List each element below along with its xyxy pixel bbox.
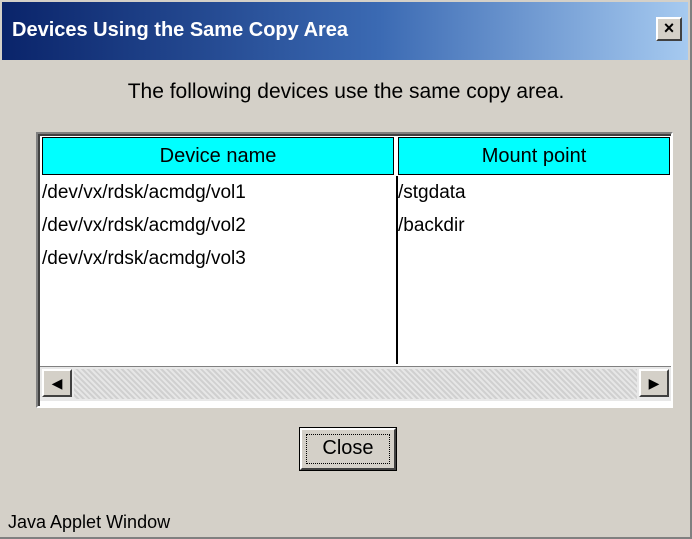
dialog-window: Devices Using the Same Copy Area × The f… <box>0 0 692 539</box>
table-cell-mount[interactable]: /backdir <box>398 215 465 237</box>
horizontal-scrollbar[interactable]: ◀ ▶ <box>40 366 671 401</box>
table-cell-device[interactable]: /dev/vx/rdsk/acmdg/vol3 <box>42 248 246 270</box>
close-button-label: Close <box>322 437 374 459</box>
close-icon[interactable]: × <box>656 17 682 41</box>
devices-table: Device name Mount point /dev/vx/rdsk/acm… <box>36 132 673 408</box>
status-text: Java Applet Window <box>8 512 171 532</box>
table-cell-mount[interactable]: /stgdata <box>398 182 466 204</box>
close-button[interactable]: Close <box>299 427 397 471</box>
column-divider <box>396 176 398 364</box>
scroll-track[interactable] <box>74 369 637 399</box>
table-cell-device[interactable]: /dev/vx/rdsk/acmdg/vol2 <box>42 215 246 237</box>
column-header-mount-point[interactable]: Mount point <box>398 137 670 175</box>
window-title: Devices Using the Same Copy Area <box>12 19 349 41</box>
scroll-right-icon[interactable]: ▶ <box>639 369 669 397</box>
table-cell-device[interactable]: /dev/vx/rdsk/acmdg/vol1 <box>42 182 246 204</box>
scroll-left-icon[interactable]: ◀ <box>42 369 72 397</box>
column-header-device-name[interactable]: Device name <box>42 137 394 175</box>
title-bar[interactable]: Devices Using the Same Copy Area × <box>2 2 688 60</box>
info-message: The following devices use the same copy … <box>127 80 565 103</box>
